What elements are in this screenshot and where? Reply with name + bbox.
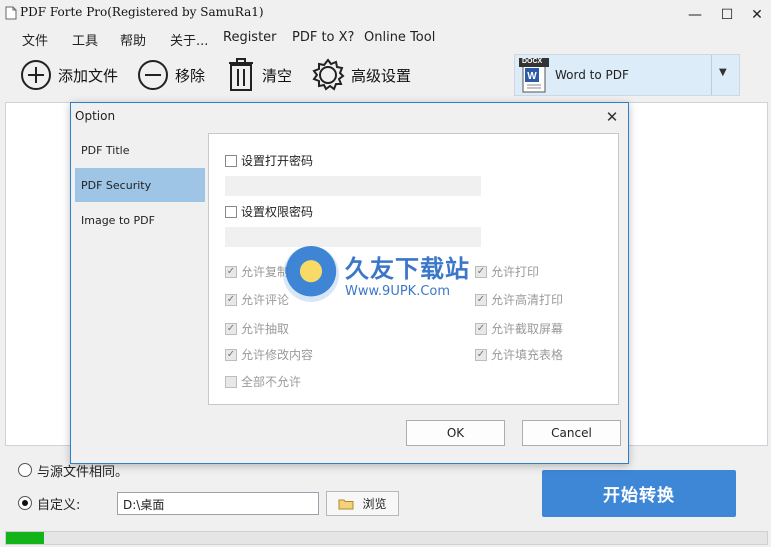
watermark-url: Www.9UPK.Com (345, 284, 451, 299)
permission-password-checkbox[interactable] (225, 205, 237, 218)
open-password-label: 设置打开密码 (241, 154, 314, 168)
allow-screen-capture-option: 允许截取屏幕 (475, 320, 563, 337)
watermark-brand: 久友下载站 (345, 255, 470, 283)
close-button[interactable]: ✕ (742, 2, 771, 28)
nav-pdf-title[interactable]: PDF Title (75, 133, 205, 167)
chevron-down-icon[interactable]: ▼ (719, 67, 727, 78)
open-password-field[interactable] (225, 176, 481, 196)
watermark: 久友下载站 Www.9UPK.Com (283, 246, 470, 302)
docx-icon: W DOCX (519, 58, 549, 94)
allow-extract-checkbox (225, 322, 237, 335)
allow-fill-forms-option: 允许填充表格 (475, 346, 563, 363)
allow-modify-checkbox (225, 348, 237, 361)
allow-copy-checkbox (225, 265, 237, 278)
custom-path-label: 自定义: (37, 498, 81, 513)
browse-label: 浏览 (362, 497, 387, 511)
start-conversion-button[interactable]: 开始转换 (542, 470, 736, 517)
permission-password-label: 设置权限密码 (241, 205, 314, 219)
allow-extract-option: 允许抽取 (225, 320, 289, 337)
custom-path-radio[interactable] (18, 496, 32, 510)
menu-register[interactable]: Register (223, 30, 277, 45)
allow-hq-print-option: 允许高清打印 (475, 291, 563, 308)
clear-button[interactable]: 清空 (226, 56, 292, 94)
add-file-button[interactable]: 添加文件 (20, 56, 118, 94)
progress-bar (5, 531, 768, 545)
allow-extract-label: 允许抽取 (241, 322, 290, 336)
allow-screen-capture-checkbox (475, 322, 487, 335)
allow-fill-forms-checkbox (475, 348, 487, 361)
allow-print-label: 允许打印 (491, 265, 540, 279)
menu-about[interactable]: 关于... (170, 30, 208, 49)
allow-print-checkbox (475, 265, 487, 278)
title-bar: PDF Forte Pro(Registered by SamuRa1) — ☐… (0, 0, 771, 28)
disallow-all-option: 全部不允许 (225, 373, 301, 390)
docx-icon-text: DOCX (522, 58, 543, 65)
allow-hq-print-label: 允许高清打印 (491, 293, 564, 307)
advanced-settings-button[interactable]: 高级设置 (311, 56, 411, 94)
remove-label: 移除 (175, 66, 206, 85)
format-selected-label: Word to PDF (555, 68, 629, 82)
browse-button[interactable]: 浏览 (326, 491, 399, 516)
minimize-button[interactable]: — (680, 2, 710, 28)
output-path-input[interactable]: D:\桌面 (117, 492, 319, 515)
disallow-all-checkbox (225, 375, 237, 388)
folder-icon (338, 499, 354, 509)
permission-password-option[interactable]: 设置权限密码 (225, 203, 313, 220)
menu-pdf-to-x[interactable]: PDF to X? (292, 30, 354, 45)
menu-tools[interactable]: 工具 (72, 30, 98, 49)
progress-fill (6, 532, 44, 544)
menu-help[interactable]: 帮助 (120, 30, 146, 49)
advanced-settings-label: 高级设置 (351, 66, 412, 85)
watermark-logo-icon (283, 246, 339, 302)
allow-comment-option: 允许评论 (225, 291, 289, 308)
trash-icon (229, 58, 253, 91)
disallow-all-label: 全部不允许 (241, 375, 302, 389)
allow-modify-label: 允许修改内容 (241, 348, 314, 362)
open-password-checkbox[interactable] (225, 154, 237, 167)
remove-button[interactable]: 移除 (137, 56, 205, 94)
allow-screen-capture-label: 允许截取屏幕 (491, 322, 564, 336)
format-divider (711, 55, 712, 95)
add-file-label: 添加文件 (58, 66, 119, 85)
open-password-option[interactable]: 设置打开密码 (225, 152, 313, 169)
maximize-button[interactable]: ☐ (712, 2, 742, 28)
dialog-title: Option (75, 109, 116, 123)
gear-icon (312, 58, 345, 91)
menu-file[interactable]: 文件 (22, 30, 48, 49)
menu-online-tool[interactable]: Online Tool (364, 30, 435, 45)
same-as-source-radio[interactable] (18, 463, 32, 477)
nav-image-to-pdf[interactable]: Image to PDF (75, 203, 205, 237)
permission-password-field[interactable] (225, 227, 481, 247)
allow-fill-forms-label: 允许填充表格 (491, 348, 564, 362)
window-title: PDF Forte Pro(Registered by SamuRa1) (20, 5, 264, 19)
allow-copy-option: 允许复制 (225, 263, 289, 280)
minus-circle-icon (138, 60, 168, 90)
allow-print-option: 允许打印 (475, 263, 539, 280)
app-icon (5, 6, 17, 20)
cancel-button[interactable]: Cancel (522, 420, 621, 446)
conversion-format-select[interactable]: W DOCX Word to PDF ▼ (514, 54, 740, 96)
allow-comment-label: 允许评论 (241, 293, 290, 307)
allow-comment-checkbox (225, 293, 237, 306)
allow-copy-label: 允许复制 (241, 265, 290, 279)
svg-text:W: W (527, 71, 537, 82)
nav-pdf-security[interactable]: PDF Security (75, 168, 205, 202)
allow-modify-option: 允许修改内容 (225, 346, 313, 363)
plus-circle-icon (21, 60, 51, 90)
clear-label: 清空 (262, 66, 293, 85)
ok-button[interactable]: OK (406, 420, 505, 446)
dialog-close-icon[interactable]: ✕ (601, 106, 623, 128)
allow-hq-print-checkbox (475, 293, 487, 306)
